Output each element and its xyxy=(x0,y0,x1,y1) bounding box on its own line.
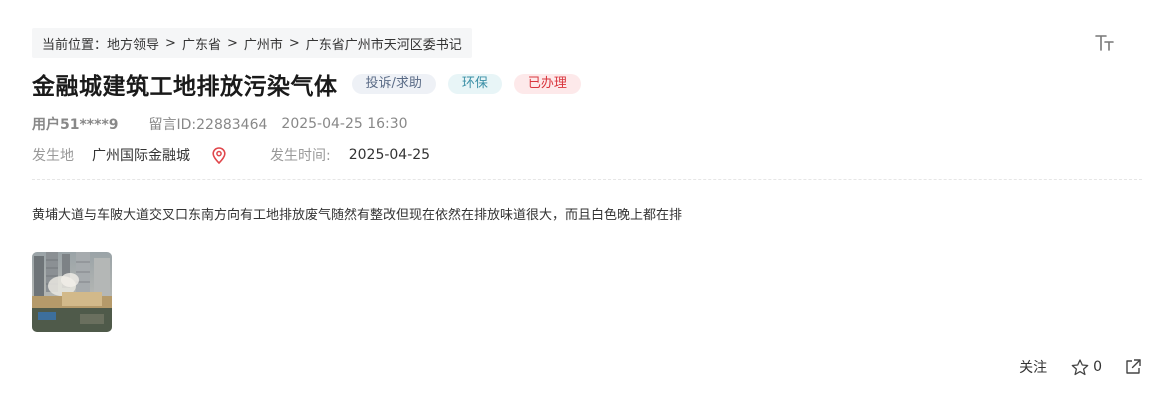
share-icon[interactable] xyxy=(1124,358,1142,376)
divider xyxy=(32,179,1142,180)
title-row: 金融城建筑工地排放污染气体 投诉/求助 环保 已办理 xyxy=(32,66,593,102)
status-badge: 已办理 xyxy=(513,74,581,94)
post-actions: 关注 0 xyxy=(1019,356,1142,378)
time-value: 2025-04-25 xyxy=(348,147,431,163)
category-tag: 环保 xyxy=(447,74,502,94)
post-body: 黄埔大道与车陂大道交叉口东南方向有工地排放废气随然有整改但现在依然在排放味道很大… xyxy=(32,208,683,223)
font-size-icon[interactable] xyxy=(1094,32,1116,54)
type-tag: 投诉/求助 xyxy=(351,74,436,94)
attachment-thumbnail[interactable] xyxy=(32,252,112,332)
location-label: 发生地 xyxy=(32,148,74,164)
location-value: 广州国际金融城 xyxy=(92,148,190,164)
breadcrumb-separator: > xyxy=(288,35,300,51)
breadcrumb: 当前位置： 地方领导 > 广东省 > 广州市 > 广东省广州市天河区委书记 xyxy=(32,28,472,58)
breadcrumb-item-city[interactable]: 广州市 xyxy=(244,34,283,53)
star-button[interactable]: 0 xyxy=(1071,358,1102,376)
breadcrumb-item-official[interactable]: 广东省广州市天河区委书记 xyxy=(306,34,462,53)
breadcrumb-item-province[interactable]: 广东省 xyxy=(182,34,221,53)
star-icon xyxy=(1071,358,1089,376)
breadcrumb-separator: > xyxy=(226,35,238,51)
complaint-detail-page: 当前位置： 地方领导 > 广东省 > 广州市 > 广东省广州市天河区委书记 金融… xyxy=(0,0,1168,419)
message-id: 留言ID:22883464 xyxy=(148,117,268,133)
post-datetime: 2025-04-25 16:30 xyxy=(281,116,408,132)
follow-button[interactable]: 关注 xyxy=(1019,357,1047,377)
breadcrumb-separator: > xyxy=(165,35,176,51)
star-count: 0 xyxy=(1093,359,1102,375)
breadcrumb-item-local-leaders[interactable]: 地方领导 xyxy=(107,34,159,53)
breadcrumb-prefix: 当前位置： xyxy=(42,37,108,53)
author-name: 用户51****9 xyxy=(32,117,119,133)
post-meta: 用户51****9 留言ID:22883464 2025-04-25 16:30 xyxy=(32,114,408,134)
location-pin-icon[interactable] xyxy=(212,146,226,164)
time-label: 发生时间: xyxy=(270,148,331,164)
incident-info: 发生地 广州国际金融城 发生时间: 2025-04-25 xyxy=(32,144,430,166)
page-title: 金融城建筑工地排放污染气体 xyxy=(32,74,338,100)
